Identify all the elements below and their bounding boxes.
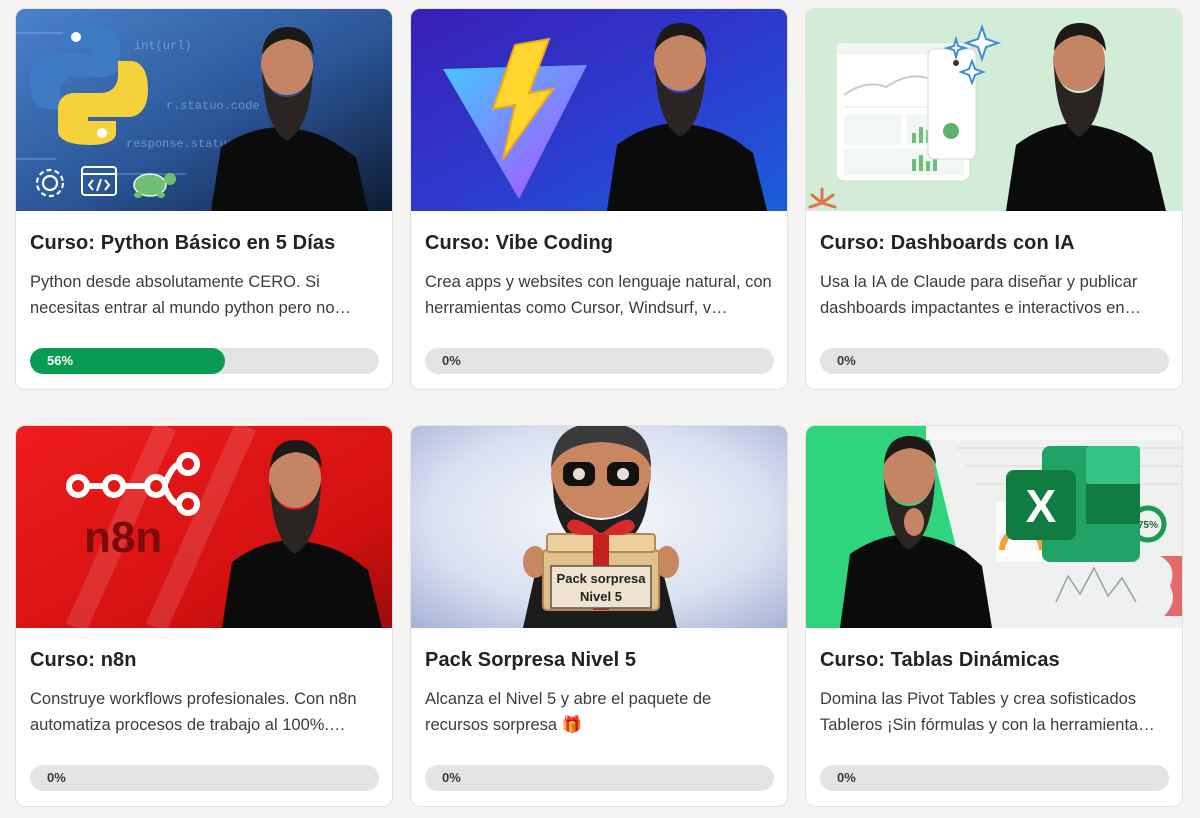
course-thumbnail[interactable] <box>411 9 787 211</box>
course-title[interactable]: Curso: Vibe Coding <box>425 232 773 258</box>
course-card-n8n[interactable]: n8n Curso: n8n Construye workflows profe… <box>15 425 393 807</box>
progress-label: 0% <box>837 770 856 785</box>
course-card-python[interactable]: int(url) r.statuo.code response.statue.c… <box>15 8 393 390</box>
course-card-vibe-coding[interactable]: Curso: Vibe Coding Crea apps y websites … <box>410 8 788 390</box>
progress-label: 0% <box>837 353 856 368</box>
course-card-tablas-dinamicas[interactable]: 75% X Curso: Tablas Dinámicas Domina las… <box>805 425 1183 807</box>
gift-box-text: Nivel 5 <box>580 589 622 604</box>
course-title[interactable]: Curso: Dashboards con IA <box>820 232 1168 258</box>
course-card-pack-sorpresa[interactable]: Pack sorpresa Nivel 5 Pack Sorpresa Nive… <box>410 425 788 807</box>
progress-bar: 0% <box>820 765 1169 791</box>
course-thumbnail[interactable]: Pack sorpresa Nivel 5 <box>411 426 787 628</box>
course-description: Alcanza el Nivel 5 y abre el paquete de … <box>425 690 712 734</box>
excel-letter: X <box>1026 480 1057 532</box>
course-thumbnail[interactable] <box>806 9 1182 211</box>
progress-label: 0% <box>47 770 66 785</box>
course-thumbnail[interactable]: int(url) r.statuo.code response.statue.c… <box>16 9 392 211</box>
gift-box-icon: Pack sorpresa Nivel 5 <box>542 519 660 611</box>
course-description: Python desde absolutamente CERO. Si nece… <box>30 273 352 317</box>
gauge-label: 75% <box>1138 520 1158 531</box>
course-title[interactable]: Curso: Python Básico en 5 Días <box>30 232 378 258</box>
course-description: Construye workflows profesionales. Con n… <box>30 690 357 734</box>
progress-bar: 56% <box>30 348 379 374</box>
gift-box-text: Pack sorpresa <box>557 571 647 586</box>
course-thumbnail[interactable]: 75% X <box>806 426 1182 628</box>
course-title[interactable]: Curso: n8n <box>30 649 378 675</box>
course-thumbnail[interactable]: n8n <box>16 426 392 628</box>
course-title[interactable]: Curso: Tablas Dinámicas <box>820 649 1168 675</box>
n8n-logo-text: n8n <box>84 513 162 562</box>
progress-label: 56% <box>47 353 74 368</box>
progress-bar: 0% <box>820 348 1169 374</box>
progress-bar: 0% <box>30 765 379 791</box>
code-line: r.statuo.code <box>166 99 260 113</box>
course-card-dashboards[interactable]: Curso: Dashboards con IA Usa la IA de Cl… <box>805 8 1183 390</box>
course-description: Domina las Pivot Tables y crea sofistica… <box>820 690 1155 734</box>
course-description: Usa la IA de Claude para diseñar y publi… <box>820 273 1142 317</box>
course-description: Crea apps y websites con lenguaje natura… <box>425 273 772 317</box>
progress-label: 0% <box>442 353 461 368</box>
progress-bar: 0% <box>425 765 774 791</box>
progress-label: 0% <box>442 770 461 785</box>
course-title[interactable]: Pack Sorpresa Nivel 5 <box>425 649 773 675</box>
svg-text:int(url): int(url) <box>134 39 192 53</box>
progress-bar: 0% <box>425 348 774 374</box>
